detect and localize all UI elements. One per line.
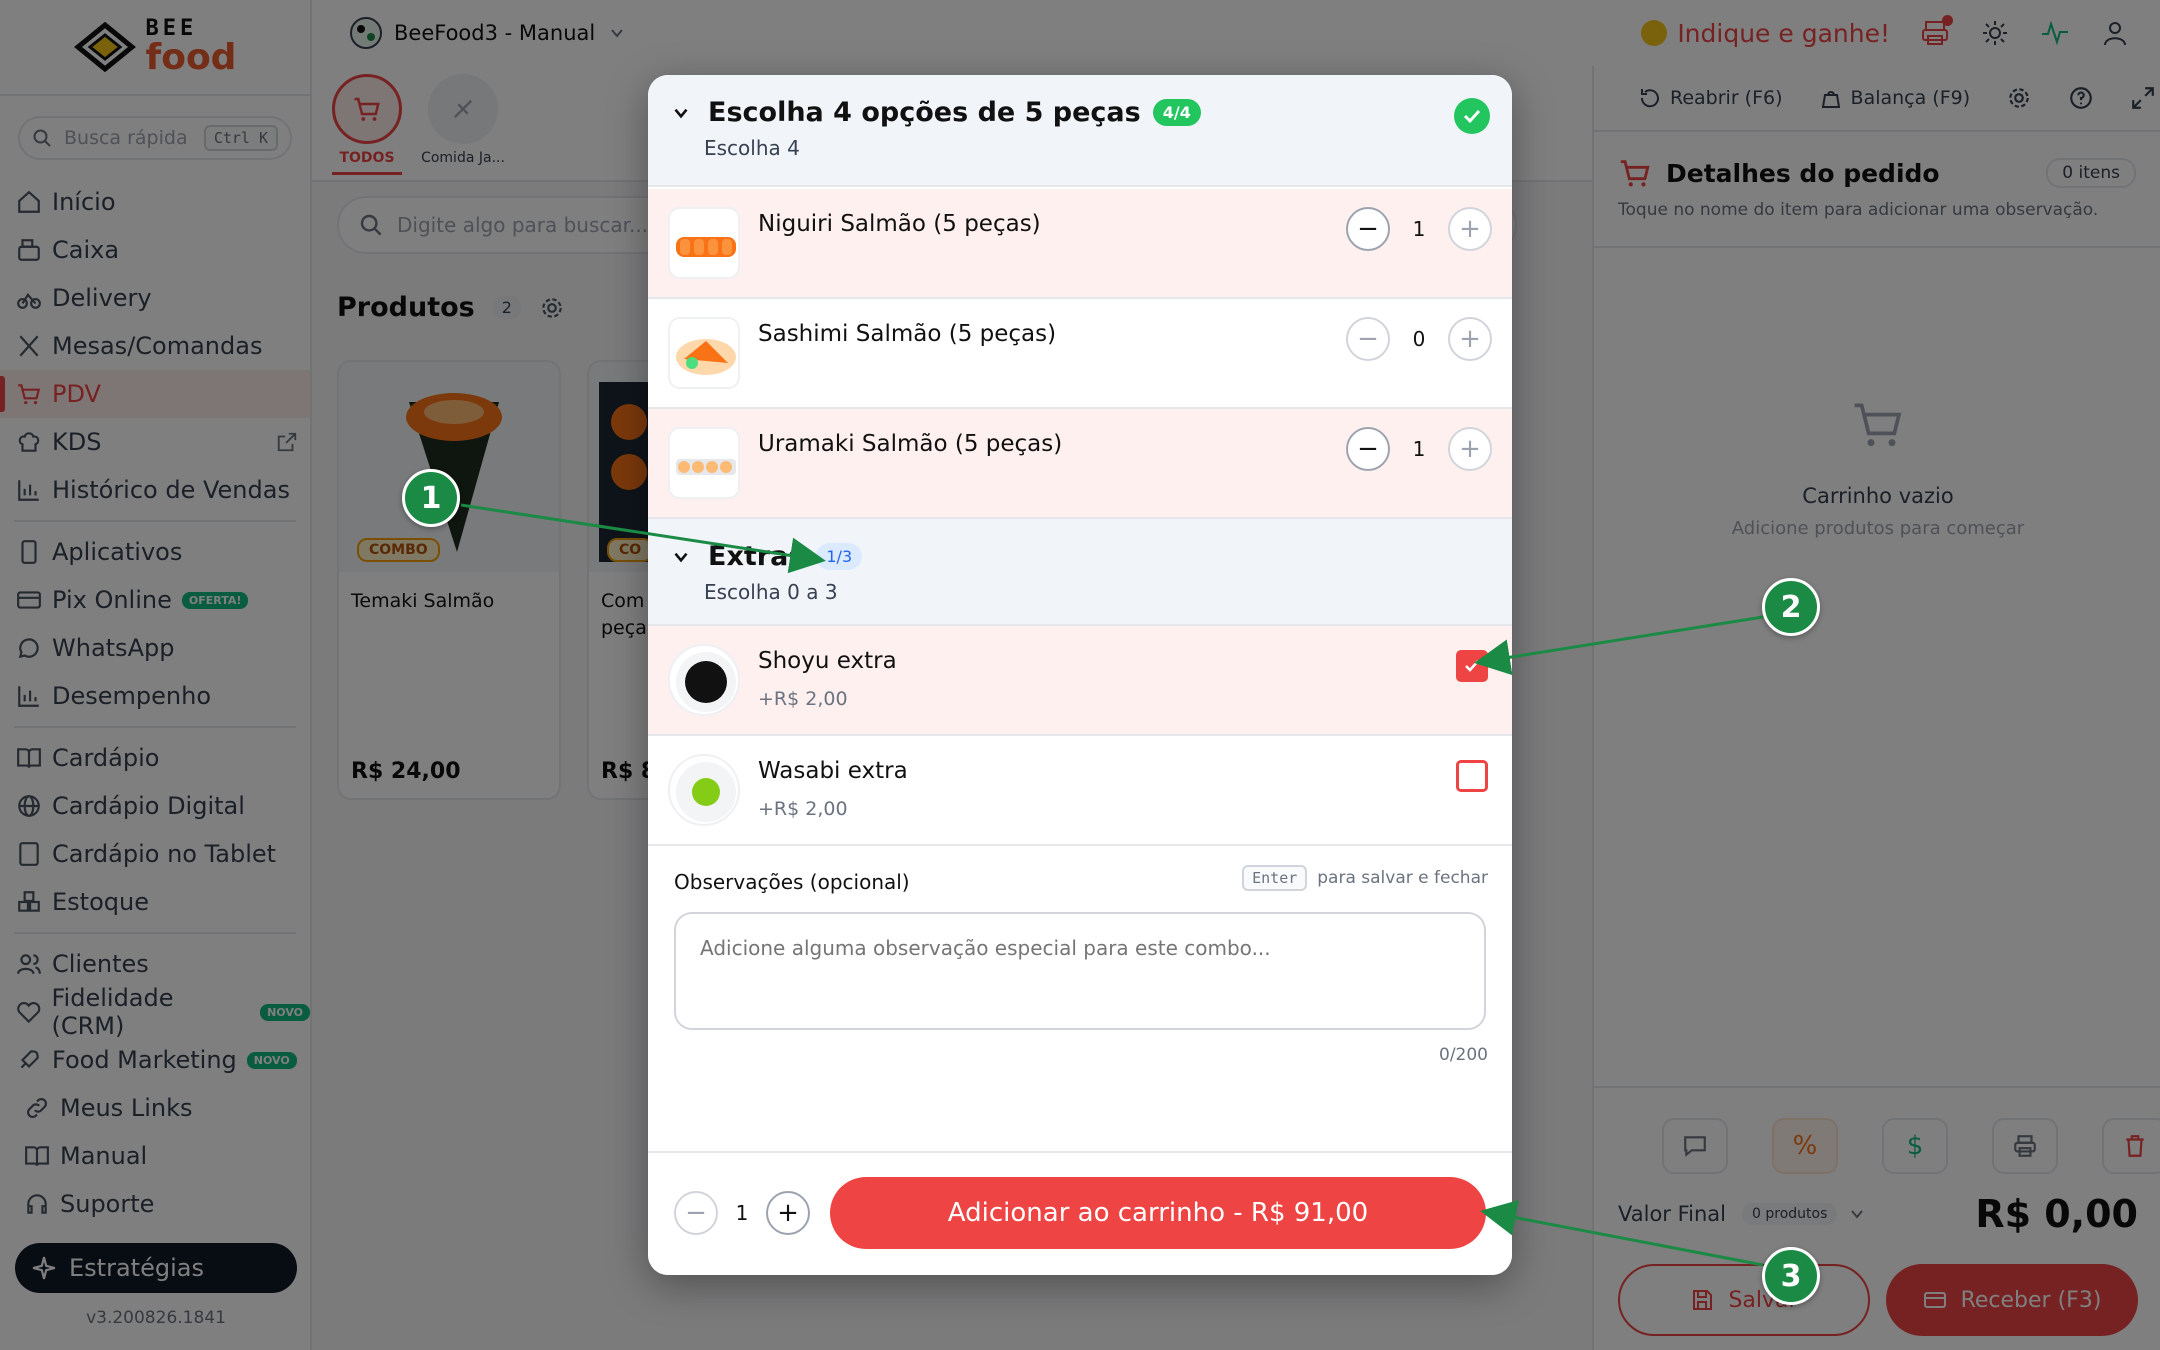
increase-button[interactable]: + [1448,207,1492,251]
option-checkbox[interactable] [1456,650,1488,682]
option-thumbnail [668,317,740,389]
annotation-marker-3: 3 [1762,1247,1820,1305]
enter-key: Enter [1242,865,1308,891]
annotation-marker-1: 1 [402,469,460,527]
selection-count-badge: 1/3 [816,543,863,570]
quantity-stepper: − 0 + [1346,317,1492,361]
option-name: Sashimi Salmão (5 peças) [758,321,1057,347]
quantity-value: 1 [735,1201,749,1225]
notes-hint: Enter para salvar e fechar [1242,865,1488,891]
option-row[interactable]: Niguiri Salmão (5 peças) − 1 + [648,189,1512,299]
add-to-cart-button[interactable]: Adicionar ao carrinho - R$ 91,00 [830,1177,1486,1249]
option-name: Wasabi extra [758,758,908,784]
decrease-button[interactable]: − [674,1191,718,1235]
option-thumbnail [668,644,740,716]
decrease-button[interactable]: − [1346,427,1390,471]
increase-button[interactable]: + [766,1191,810,1235]
option-group-header[interactable]: Extras 1/3 Escolha 0 a 3 [648,519,1512,626]
wasabi-image [676,762,736,822]
selection-count-badge: 4/4 [1152,99,1201,126]
chevron-down-icon[interactable] [670,546,692,568]
option-thumbnail [668,754,740,826]
option-row[interactable]: Sashimi Salmão (5 peças) − 0 + [648,299,1512,409]
option-row[interactable]: Uramaki Salmão (5 peças) − 1 + [648,409,1512,519]
modal-footer: − 1 + Adicionar ao carrinho - R$ 91,00 [648,1151,1512,1275]
quantity-stepper: − 1 + [1346,427,1492,471]
option-name: Shoyu extra [758,648,897,674]
option-group-title: Extras [708,541,805,572]
decrease-button[interactable]: − [1346,317,1390,361]
sashimi-image [676,339,736,375]
increase-button[interactable]: + [1448,427,1492,471]
quantity-value: 1 [1412,437,1426,461]
option-price: +R$ 2,00 [758,688,848,710]
annotation-marker-2: 2 [1762,578,1820,636]
option-checkbox[interactable] [1456,760,1488,792]
option-price: +R$ 2,00 [758,798,848,820]
quantity-value: 1 [1412,217,1426,241]
option-row[interactable]: Shoyu extra +R$ 2,00 [648,626,1512,736]
option-name: Niguiri Salmão (5 peças) [758,211,1041,237]
combo-quantity-stepper: − 1 + [674,1191,810,1235]
shoyu-image [676,652,736,712]
combo-options-modal: Escolha 4 opções de 5 peças 4/4 Escolha … [648,75,1512,1275]
option-thumbnail [668,427,740,499]
decrease-button[interactable]: − [1346,207,1390,251]
increase-button[interactable]: + [1448,317,1492,361]
chevron-down-icon[interactable] [670,102,692,124]
niguiri-image [676,237,736,257]
uramaki-image [676,459,736,475]
notes-hint-text: para salvar e fechar [1317,868,1488,888]
option-group-subtitle: Escolha 0 a 3 [704,580,838,604]
option-name: Uramaki Salmão (5 peças) [758,431,1063,457]
checkmark-icon [1465,660,1479,672]
option-group-header[interactable]: Escolha 4 opções de 5 peças 4/4 Escolha … [648,75,1512,187]
group-complete-icon [1454,98,1490,134]
notes-label: Observações (opcional) [674,870,910,894]
notes-textarea[interactable] [674,912,1486,1030]
option-group-title: Escolha 4 opções de 5 peças [708,97,1141,128]
option-group-subtitle: Escolha 4 [704,136,800,160]
notes-char-counter: 0/200 [1439,1045,1488,1065]
option-row[interactable]: Wasabi extra +R$ 2,00 [648,736,1512,846]
option-thumbnail [668,207,740,279]
quantity-value: 0 [1412,327,1426,351]
quantity-stepper: − 1 + [1346,207,1492,251]
